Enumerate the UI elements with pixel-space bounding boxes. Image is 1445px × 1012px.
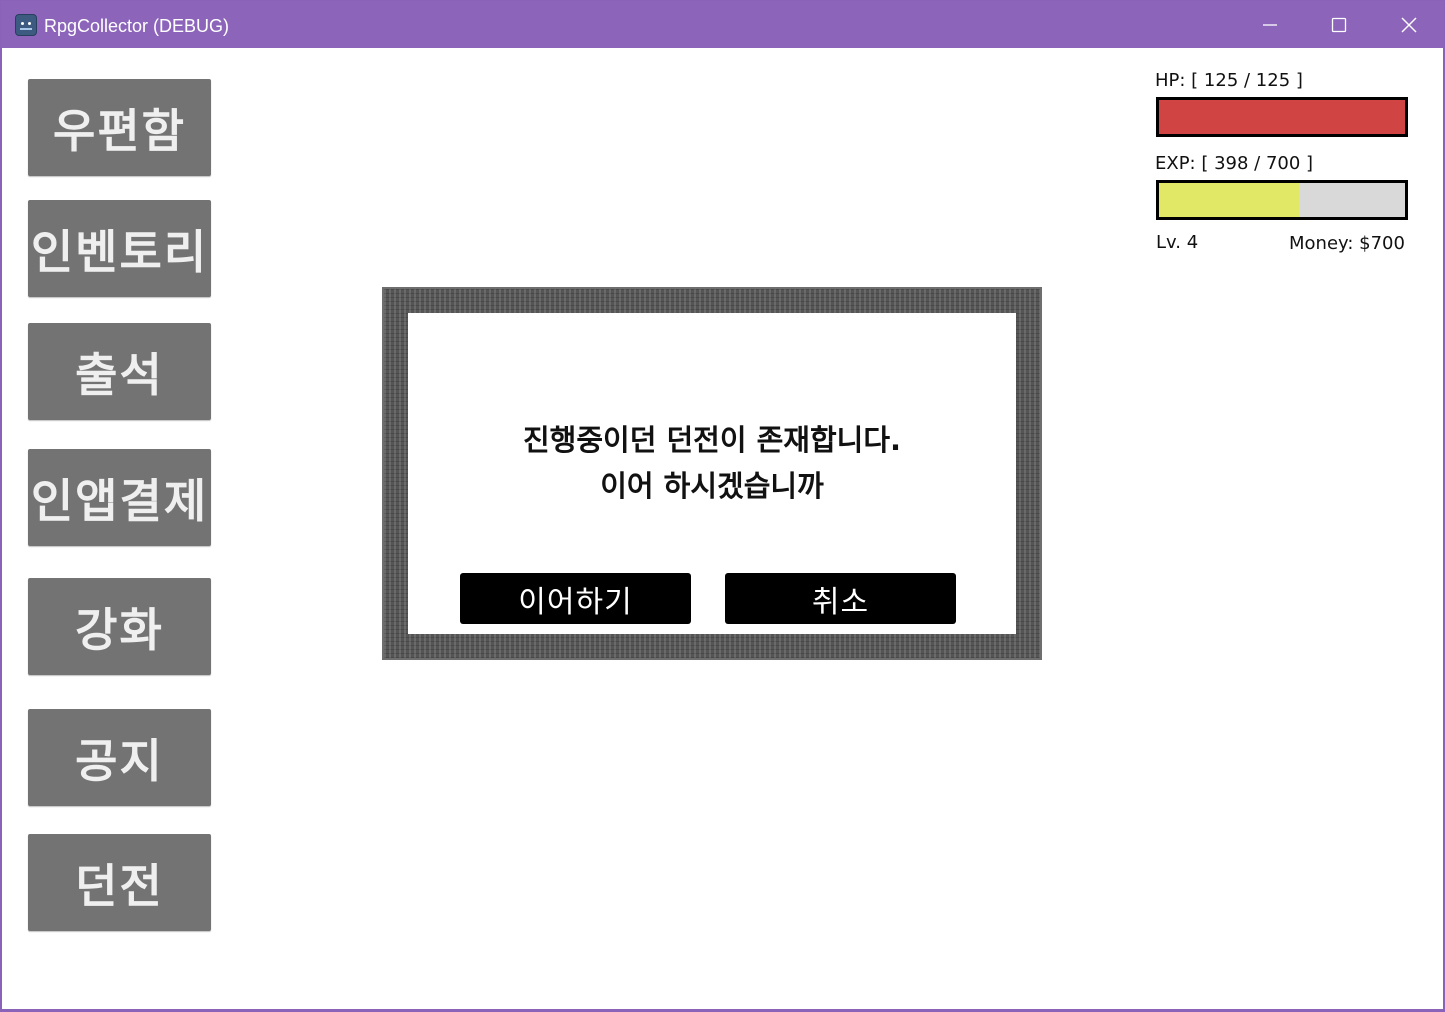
exp-label: EXP: [ 398 / 700 ] [1155, 153, 1314, 174]
hp-bar-fill [1159, 100, 1405, 134]
maximize-button[interactable] [1304, 1, 1374, 48]
enhance-button[interactable]: 강화 [28, 578, 211, 675]
dungeon-button[interactable]: 던전 [28, 834, 211, 931]
close-button[interactable] [1374, 1, 1444, 48]
dialog-message: 진행중이던 던전이 존재합니다. 이어 하시겠습니까 [408, 417, 1016, 509]
dialog-message-line1: 진행중이던 던전이 존재합니다. [522, 423, 902, 457]
mailbox-button[interactable]: 우편함 [28, 79, 211, 176]
minimize-icon [1263, 23, 1277, 26]
attendance-button[interactable]: 출석 [28, 323, 211, 420]
close-icon [1401, 17, 1417, 32]
notice-button[interactable]: 공지 [28, 709, 211, 806]
cancel-button[interactable]: 취소 [725, 573, 956, 624]
inventory-button[interactable]: 인벤토리 [28, 200, 211, 297]
enhance-button-label: 강화 [75, 602, 164, 657]
level-label: Lv. 4 [1156, 232, 1199, 253]
hp-bar [1156, 97, 1408, 137]
exp-bar [1156, 180, 1408, 220]
dungeon-button-label: 던전 [75, 858, 164, 913]
window-title: RpgCollector (DEBUG) [44, 16, 230, 36]
continue-button-label: 이어하기 [518, 584, 633, 620]
maximize-icon [1331, 17, 1347, 32]
exp-bar-fill [1159, 183, 1299, 217]
app-logo-icon [15, 14, 37, 36]
hp-label: HP: [ 125 / 125 ] [1155, 70, 1303, 91]
app-window: RpgCollector (DEBUG) 우편함 인벤토리 출석 인앱결제 강화… [0, 0, 1445, 1012]
title-bar[interactable]: RpgCollector (DEBUG) [1, 1, 1444, 48]
in-app-purchase-button[interactable]: 인앱결제 [28, 449, 211, 546]
continue-button[interactable]: 이어하기 [460, 573, 691, 624]
attendance-button-label: 출석 [75, 347, 164, 402]
in-app-purchase-button-label: 인앱결제 [30, 473, 209, 528]
money-label: Money: $700 [1289, 233, 1405, 254]
dialog-message-line2: 이어 하시겠습니까 [600, 469, 824, 503]
mailbox-button-label: 우편함 [53, 103, 186, 158]
minimize-button[interactable] [1235, 1, 1305, 48]
inventory-button-label: 인벤토리 [30, 224, 209, 279]
notice-button-label: 공지 [75, 733, 164, 788]
cancel-button-label: 취소 [811, 584, 870, 620]
